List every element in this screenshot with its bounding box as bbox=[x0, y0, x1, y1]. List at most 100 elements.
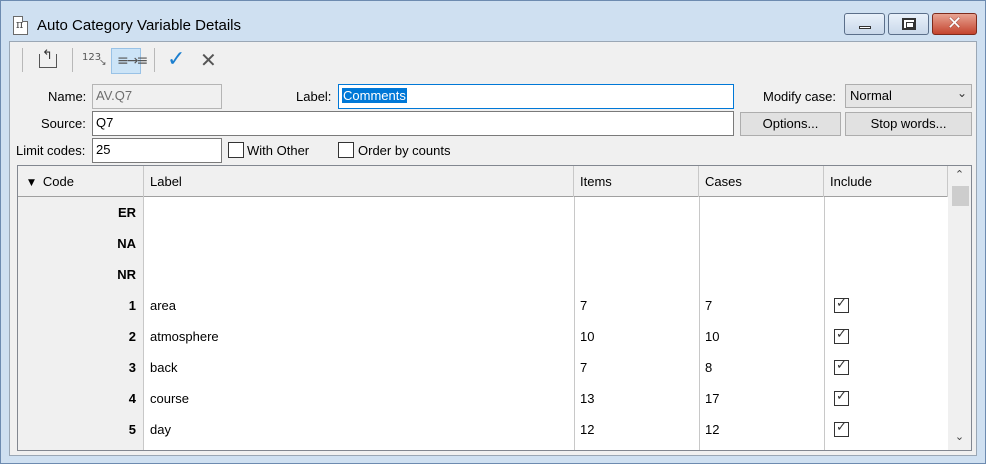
window-title: Auto Category Variable Details bbox=[37, 17, 241, 34]
table-row[interactable]: 5 day 12 12 bbox=[18, 414, 948, 445]
numbers-icon: 123 bbox=[82, 52, 107, 68]
with-other-label: With Other bbox=[247, 143, 310, 158]
cell-code: 4 bbox=[128, 391, 136, 406]
cell-label[interactable]: area bbox=[144, 290, 574, 321]
cell-code: NA bbox=[117, 236, 136, 251]
include-checkbox[interactable] bbox=[834, 358, 849, 375]
cell-label[interactable] bbox=[144, 259, 574, 290]
sort-desc-icon: ▼ bbox=[28, 178, 35, 188]
order-by-counts-label: Order by counts bbox=[358, 143, 451, 158]
minimize-icon bbox=[859, 26, 871, 29]
chevron-down-icon: ⌄ bbox=[956, 86, 967, 100]
dialog-client-area: 123 ≡→≡ ✓ ✕ Name: AV.Q7 Label: Comments … bbox=[9, 41, 977, 456]
cell-label[interactable]: atmosphere bbox=[144, 321, 574, 352]
column-header-cases[interactable]: Cases bbox=[699, 166, 824, 197]
maximize-button[interactable] bbox=[888, 13, 929, 35]
close-icon: ✕ bbox=[947, 13, 963, 34]
cell-items: 7 bbox=[580, 360, 588, 375]
name-label: Name: bbox=[48, 89, 87, 104]
modify-case-value: Normal bbox=[850, 88, 892, 103]
maximize-icon bbox=[902, 18, 916, 30]
cell-cases bbox=[699, 228, 824, 259]
limit-codes-label: Limit codes: bbox=[16, 143, 86, 158]
include-checkbox[interactable] bbox=[834, 389, 849, 406]
column-header-include[interactable]: Include bbox=[824, 166, 948, 197]
cell-label[interactable]: back bbox=[144, 352, 574, 383]
cell-code: ER bbox=[117, 205, 136, 220]
cell-items bbox=[574, 197, 699, 228]
scroll-down-icon[interactable]: ⌄ bbox=[948, 430, 971, 448]
toolbar: 123 ≡→≡ ✓ ✕ bbox=[10, 42, 976, 80]
close-button[interactable]: ✕ bbox=[932, 13, 977, 35]
include-checkbox[interactable] bbox=[834, 420, 849, 437]
source-label: Source: bbox=[41, 116, 86, 131]
table-row[interactable]: ER bbox=[18, 197, 948, 228]
cell-label[interactable]: day bbox=[144, 414, 574, 445]
cell-code: 5 bbox=[128, 422, 136, 437]
table-row[interactable]: 3 back 7 8 bbox=[18, 352, 948, 383]
include-checkbox[interactable] bbox=[834, 296, 849, 313]
dialog-window: Auto Category Variable Details ✕ 123 ≡→≡ bbox=[0, 0, 986, 464]
back-button[interactable] bbox=[32, 48, 62, 74]
title-bar[interactable]: Auto Category Variable Details ✕ bbox=[1, 1, 985, 41]
cell-code: 2 bbox=[128, 329, 136, 344]
column-header-label[interactable]: Label bbox=[144, 166, 574, 197]
cell-items bbox=[574, 259, 699, 290]
table-row[interactable]: 1 area 7 7 bbox=[18, 290, 948, 321]
modify-case-label: Modify case: bbox=[763, 89, 836, 104]
scrollbar-thumb[interactable] bbox=[952, 186, 969, 206]
cell-cases bbox=[699, 259, 824, 290]
cell-label[interactable] bbox=[144, 228, 574, 259]
numbers-button[interactable]: 123 bbox=[80, 48, 110, 74]
grid-header: ▼ Code Label Items Cases Include bbox=[18, 166, 948, 197]
label-label: Label: bbox=[296, 89, 332, 104]
stop-words-button[interactable]: Stop words... bbox=[845, 112, 972, 136]
with-other-checkbox[interactable] bbox=[228, 142, 244, 158]
include-checkbox[interactable] bbox=[834, 327, 849, 344]
grid-body: ER NA NR 1 area 7 7 2 atmosphere 10 10 3 back 7 8 4 cour… bbox=[18, 197, 948, 450]
cell-items: 12 bbox=[580, 422, 595, 437]
label-field[interactable]: Comments bbox=[338, 84, 734, 109]
toolbar-separator bbox=[22, 48, 23, 72]
order-by-counts-checkbox[interactable] bbox=[338, 142, 354, 158]
cell-label[interactable]: course bbox=[144, 383, 574, 414]
table-row[interactable]: 4 course 13 17 bbox=[18, 383, 948, 414]
options-button[interactable]: Options... bbox=[740, 112, 841, 136]
cancel-button[interactable]: ✕ bbox=[194, 48, 224, 74]
cell-cases: 17 bbox=[705, 391, 720, 406]
name-field[interactable]: AV.Q7 bbox=[92, 84, 222, 109]
toolbar-separator bbox=[72, 48, 73, 72]
modify-case-select[interactable]: Normal ⌄ bbox=[845, 84, 972, 108]
column-header-code[interactable]: ▼ Code bbox=[18, 166, 144, 197]
cell-cases: 7 bbox=[705, 298, 713, 313]
ok-button[interactable]: ✓ bbox=[163, 47, 193, 74]
table-row[interactable]: NR bbox=[18, 259, 948, 290]
close-icon: ✕ bbox=[200, 48, 217, 72]
list-mode-button[interactable]: ≡→≡ bbox=[111, 48, 148, 74]
cell-items: 7 bbox=[580, 298, 588, 313]
cell-label[interactable] bbox=[144, 197, 574, 228]
cell-code: 1 bbox=[128, 298, 136, 313]
app-icon bbox=[13, 16, 28, 35]
limit-codes-field[interactable]: 25 bbox=[92, 138, 222, 163]
table-row[interactable]: 2 atmosphere 10 10 bbox=[18, 321, 948, 352]
cell-cases: 10 bbox=[705, 329, 720, 344]
source-field[interactable]: Q7 bbox=[92, 111, 734, 136]
back-arrow-icon bbox=[39, 48, 57, 68]
column-header-items[interactable]: Items bbox=[574, 166, 699, 197]
cell-items: 13 bbox=[580, 391, 595, 406]
cell-cases bbox=[699, 197, 824, 228]
cell-code: 3 bbox=[128, 360, 136, 375]
cell-items bbox=[574, 228, 699, 259]
minimize-button[interactable] bbox=[844, 13, 885, 35]
table-row[interactable]: NA bbox=[18, 228, 948, 259]
cell-code: NR bbox=[117, 267, 136, 282]
cell-items: 10 bbox=[580, 329, 595, 344]
vertical-scrollbar[interactable]: ⌃ ⌄ bbox=[948, 166, 971, 450]
cell-cases: 12 bbox=[705, 422, 720, 437]
list-arrow-icon: ≡→≡ bbox=[117, 53, 148, 69]
scroll-up-icon[interactable]: ⌃ bbox=[948, 168, 971, 186]
codes-grid: ▼ Code Label Items Cases Include ER NA NR 1 a… bbox=[17, 165, 972, 451]
label-field-value: Comments bbox=[342, 88, 407, 103]
toolbar-separator bbox=[154, 48, 155, 72]
